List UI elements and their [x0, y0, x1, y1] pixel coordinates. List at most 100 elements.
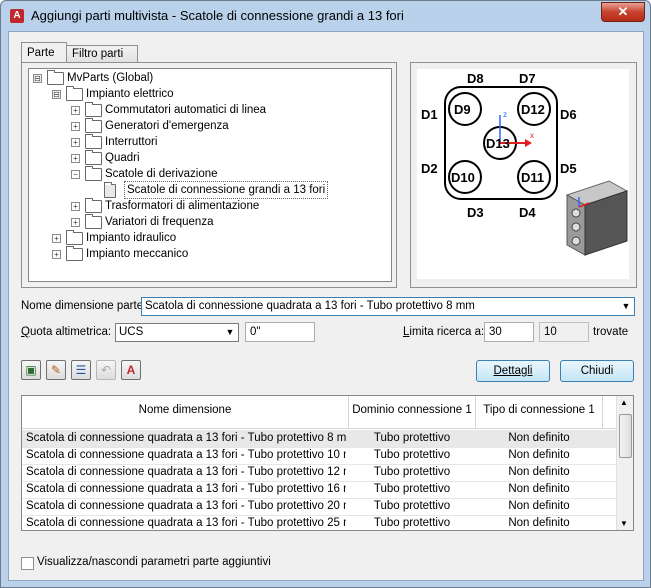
close-button[interactable]: Chiudi [560, 360, 634, 382]
tab-parte[interactable]: Parte [21, 42, 67, 63]
port-label: D10 [451, 170, 475, 185]
tree-expander-icon[interactable]: ⊟ [52, 90, 61, 99]
brush-icon: ✎ [50, 363, 62, 377]
close-window-button[interactable]: ✕ [601, 2, 645, 22]
tree-item-label: Impianto idraulico [86, 232, 177, 244]
table-row[interactable]: Scatola di connessione quadrata a 13 for… [22, 430, 616, 448]
elevation-label: Quota altimetrica: [21, 326, 112, 338]
folder-icon [85, 166, 102, 181]
catalog-browser-button[interactable]: ▣ [21, 360, 41, 380]
tree-item-label: Impianto elettrico [86, 88, 174, 100]
table-cell: Scatola di connessione quadrata a 13 for… [26, 517, 346, 529]
tree-expander-icon[interactable]: + [71, 218, 80, 227]
help-button[interactable]: A [121, 360, 141, 380]
table-row[interactable]: Scatola di connessione quadrata a 13 for… [22, 464, 616, 482]
table-vertical-scrollbar[interactable]: ▲ ▼ [616, 396, 633, 530]
table-row[interactable]: Scatola di connessione quadrata a 13 for… [22, 498, 616, 516]
tree-item[interactable]: − Scatole di derivazione [29, 166, 389, 182]
tree-expander-icon[interactable]: + [71, 202, 80, 211]
port-label: D4 [519, 205, 536, 220]
column-header-connection-type[interactable]: Tipo di connessione 1 [476, 396, 603, 428]
tree-item[interactable]: + Interruttori [29, 134, 389, 150]
table-cell: Scatola di connessione quadrata a 13 for… [26, 466, 346, 478]
tree-expander-icon[interactable]: ⊟ [33, 74, 42, 83]
port-label: D2 [421, 161, 438, 176]
column-header-size-name[interactable]: Nome dimensione [22, 396, 349, 428]
folder-icon [66, 246, 83, 261]
app-icon: A [10, 9, 24, 23]
details-button[interactable]: Dettagli [476, 360, 550, 382]
tree-item-label: Quadri [105, 152, 140, 164]
show-additional-params-checkbox[interactable] [21, 557, 34, 570]
tree-item[interactable]: + Impianto idraulico [29, 230, 389, 246]
table-cell: Scatola di connessione quadrata a 13 for… [26, 432, 346, 444]
column-header-domain[interactable]: Dominio connessione 1 [349, 396, 476, 428]
part-icon [104, 182, 116, 198]
table-cell: Non definito [508, 500, 570, 512]
junction-box-diagram: z x D8 D7 D1 D9 D12 D6 D13 D2 D10 D11 D5… [421, 71, 629, 256]
table-cell: Tubo protettivo [373, 517, 451, 529]
tree-expander-icon[interactable]: − [71, 170, 80, 179]
table-row[interactable]: Scatola di connessione quadrata a 13 for… [22, 481, 616, 499]
tree-expander-icon[interactable]: + [71, 138, 80, 147]
table-cell: Non definito [508, 449, 570, 461]
parts-catalog-tree[interactable]: ⊟ MvParts (Global) ⊟ Impianto elettrico + Com… [28, 68, 392, 282]
undo-button[interactable]: ↶ [96, 360, 116, 380]
tree-item-label: Generatori d'emergenza [105, 120, 229, 132]
tree-expander-icon[interactable]: + [52, 250, 61, 259]
table-cell: Scatola di connessione quadrata a 13 for… [26, 449, 346, 461]
table-row[interactable]: Scatola di connessione quadrata a 13 for… [22, 515, 616, 530]
properties-button[interactable]: ☰ [71, 360, 91, 380]
port-label: D1 [421, 107, 438, 122]
chevron-down-icon[interactable]: ▼ [222, 324, 238, 341]
tree-item[interactable]: + Trasformatori di alimentazione [29, 198, 389, 214]
chevron-down-icon[interactable]: ▼ [618, 298, 634, 315]
title-bar[interactable]: A Aggiungi parti multivista - Scatole di… [1, 1, 650, 31]
table-cell: Scatola di connessione quadrata a 13 for… [26, 500, 346, 512]
tree-expander-icon[interactable]: + [71, 122, 80, 131]
tree-item[interactable]: Scatole di connessione grandi a 13 fori [29, 181, 389, 199]
tree-item-label: Impianto meccanico [86, 248, 189, 260]
part-sizes-table: Nome dimensione Dominio connessione 1 Ti… [21, 395, 634, 531]
table-header: Nome dimensione Dominio connessione 1 Ti… [22, 396, 616, 429]
table-row[interactable]: Scatola di connessione quadrata a 13 for… [22, 447, 616, 465]
scroll-down-icon[interactable]: ▼ [620, 519, 628, 528]
scroll-up-icon[interactable]: ▲ [620, 398, 628, 407]
tree-item[interactable]: + Quadri [29, 150, 389, 166]
show-additional-params-label: Visualizza/nascondi parametri parte aggi… [37, 556, 271, 568]
part-preview-image: z x D8 D7 D1 D9 D12 D6 D13 D2 D10 D11 D5… [417, 69, 629, 279]
folder-icon [85, 214, 102, 229]
tree-item[interactable]: + Variatori di frequenza [29, 214, 389, 230]
search-limit-input[interactable]: 30 [484, 322, 534, 342]
search-limit-label: Limita ricerca a: [403, 326, 485, 338]
match-properties-button[interactable]: ✎ [46, 360, 66, 380]
elevation-input[interactable]: 0" [245, 322, 315, 342]
tree-item[interactable]: ⊟ Impianto elettrico [29, 86, 389, 102]
tree-expander-icon[interactable]: + [52, 234, 61, 243]
folder-icon [85, 102, 102, 117]
dialog-body: Parte Filtro parti ⊟ MvParts (Global) ⊟ Imp… [8, 31, 644, 581]
folder-icon [66, 230, 83, 245]
parte-tab-panel: ⊟ MvParts (Global) ⊟ Impianto elettrico + Com… [21, 62, 397, 288]
size-name-dropdown[interactable]: Scatola di connessione quadrata a 13 for… [141, 297, 635, 316]
tree-item[interactable]: + Generatori d'emergenza [29, 118, 389, 134]
tab-filtro-parti[interactable]: Filtro parti [66, 45, 138, 63]
table-cell: Tubo protettivo [373, 449, 451, 461]
found-count-field: 10 [539, 322, 589, 342]
scrollbar-thumb[interactable] [619, 414, 632, 458]
found-label: trovate [593, 326, 629, 338]
tree-expander-icon[interactable]: + [71, 154, 80, 163]
table-cell: Scatola di connessione quadrata a 13 for… [26, 483, 346, 495]
tree-item[interactable]: + Impianto meccanico [29, 246, 389, 262]
table-cell: Tubo protettivo [373, 466, 451, 478]
elevation-ucs-dropdown[interactable]: UCS ▼ [115, 323, 239, 342]
folder-icon [47, 70, 64, 85]
tree-item[interactable]: ⊟ MvParts (Global) [29, 70, 389, 86]
port-label: D3 [467, 205, 484, 220]
port-label: D9 [454, 102, 471, 117]
port-label: D12 [521, 102, 545, 117]
properties-icon: ☰ [75, 363, 87, 377]
tree-item[interactable]: + Commutatori automatici di linea [29, 102, 389, 118]
tree-expander-icon[interactable]: + [71, 106, 80, 115]
port-label: D5 [560, 161, 577, 176]
